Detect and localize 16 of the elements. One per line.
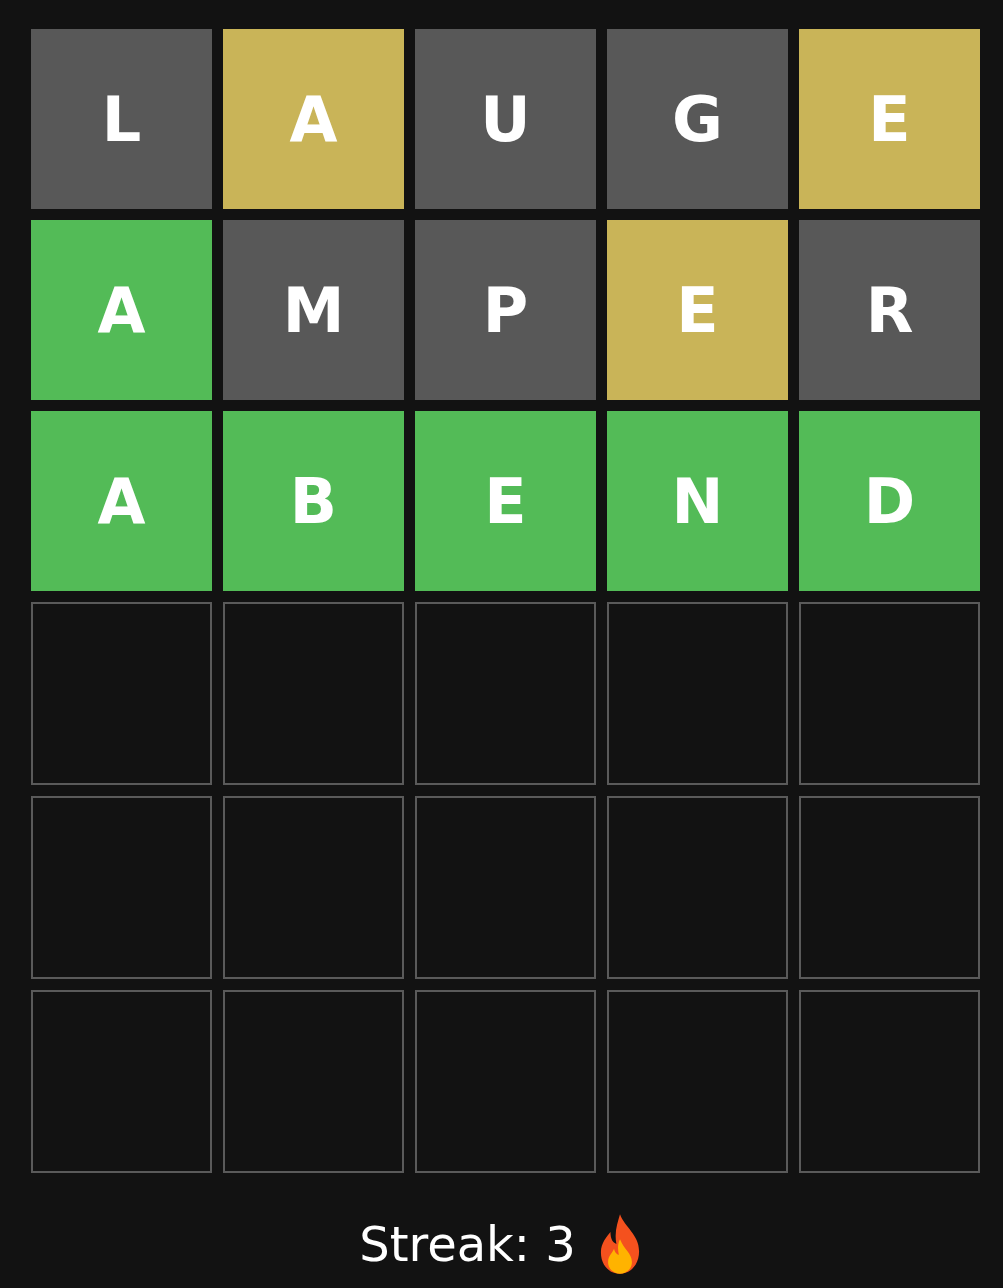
letter-tile: A bbox=[31, 220, 212, 400]
letter-tile: B bbox=[223, 411, 404, 591]
letter-tile: L bbox=[31, 29, 212, 209]
letter-tile: A bbox=[31, 411, 212, 591]
letter-tile: N bbox=[607, 411, 788, 591]
letter-tile: G bbox=[607, 29, 788, 209]
letter-tile: A bbox=[223, 29, 404, 209]
letter-tile: P bbox=[415, 220, 596, 400]
streak-label: Streak: 3 bbox=[359, 1216, 576, 1272]
letter-tile: D bbox=[799, 411, 980, 591]
letter-tile: M bbox=[223, 220, 404, 400]
letter-tile: E bbox=[607, 220, 788, 400]
letter-tile: E bbox=[799, 29, 980, 209]
letter-tile: R bbox=[799, 220, 980, 400]
letter-tile: E bbox=[415, 411, 596, 591]
letter-tile: U bbox=[415, 29, 596, 209]
